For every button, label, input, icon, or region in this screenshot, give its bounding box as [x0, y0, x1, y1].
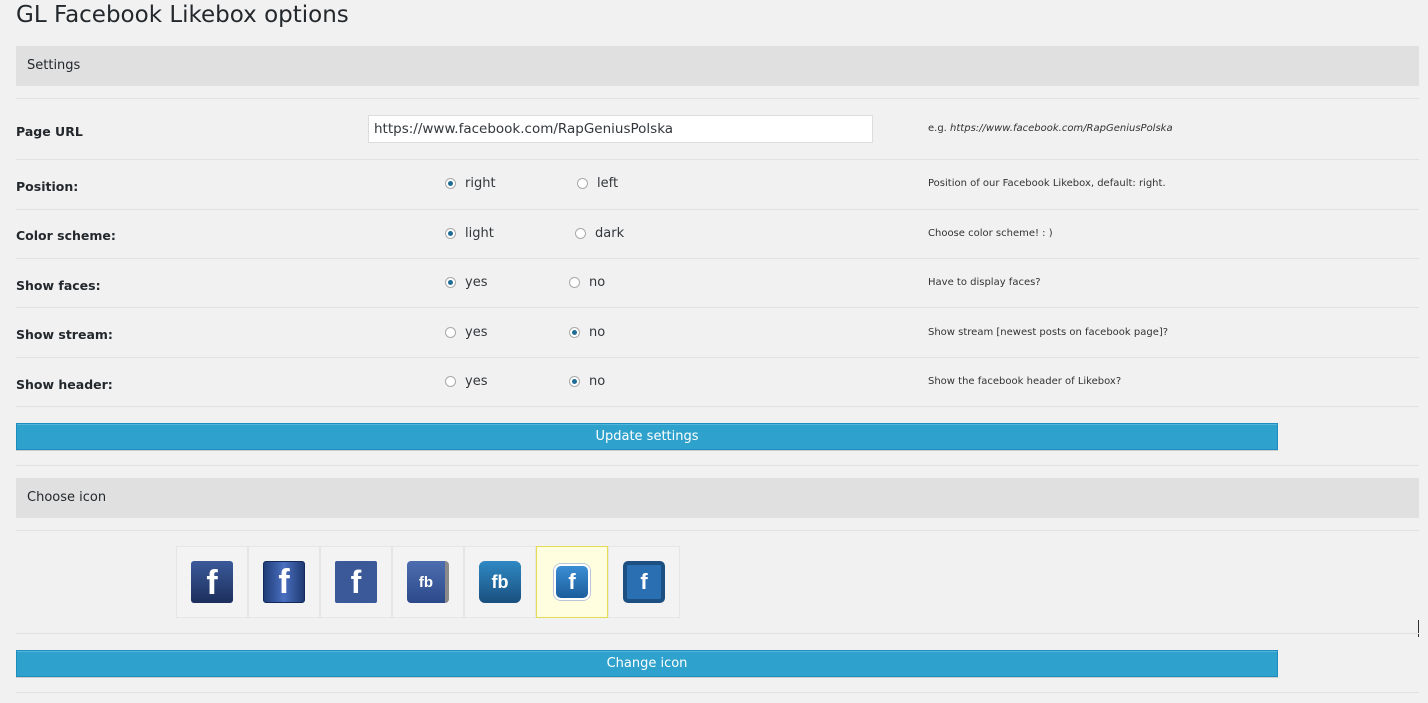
header-no-text: no — [589, 374, 606, 389]
stream-yes-option[interactable]: yes — [445, 325, 487, 340]
icon-option-1[interactable]: f — [176, 546, 248, 618]
divider — [16, 465, 1419, 466]
text-cursor — [1418, 620, 1419, 637]
icon-glyph: f — [568, 569, 576, 594]
divider — [16, 307, 1419, 308]
page-url-help-example: https://www.facebook.com/RapGeniusPolska — [950, 123, 1173, 134]
faces-no-option[interactable]: no — [569, 275, 605, 290]
page-url-help-prefix: e.g. — [928, 123, 951, 134]
page-url-input[interactable]: https://www.facebook.com/RapGeniusPolska — [368, 115, 873, 143]
position-right-option[interactable]: right — [445, 176, 496, 191]
color-scheme-help: Choose color scheme! : ) — [928, 228, 1053, 239]
faces-no-radio[interactable] — [569, 277, 580, 288]
divider — [16, 98, 1419, 99]
stream-yes-text: yes — [465, 325, 488, 340]
show-faces-help: Have to display faces? — [928, 277, 1041, 288]
show-header-label: Show header: — [16, 377, 113, 392]
icon-option-2[interactable]: f — [248, 546, 320, 618]
show-stream-label: Show stream: — [16, 327, 113, 342]
icon-option-6-selected[interactable]: f — [536, 546, 608, 618]
header-yes-radio[interactable] — [445, 376, 456, 387]
faces-yes-text: yes — [465, 275, 488, 290]
divider — [16, 209, 1419, 210]
stream-no-option[interactable]: no — [569, 325, 605, 340]
divider — [16, 530, 1419, 531]
settings-section-header: Settings — [16, 46, 1419, 86]
color-light-radio[interactable] — [445, 228, 456, 239]
show-header-help: Show the facebook header of Likebox? — [928, 376, 1122, 387]
header-yes-option[interactable]: yes — [445, 374, 487, 389]
faces-yes-option[interactable]: yes — [445, 275, 487, 290]
position-right-radio[interactable] — [445, 178, 456, 189]
position-left-option[interactable]: left — [577, 176, 618, 191]
update-settings-button[interactable]: Update settings — [16, 423, 1278, 450]
icon-option-4[interactable]: fb — [392, 546, 464, 618]
stream-no-text: no — [589, 325, 606, 340]
icon-option-3[interactable]: f — [320, 546, 392, 618]
facebook-square-dark-icon: f — [191, 561, 233, 603]
icon-glyph: fb — [418, 573, 434, 591]
facebook-flat-icon: f — [335, 561, 377, 603]
header-yes-text: yes — [465, 374, 488, 389]
color-scheme-label: Color scheme: — [16, 228, 116, 243]
divider — [16, 692, 1419, 693]
divider — [16, 159, 1419, 160]
divider — [16, 633, 1419, 634]
stream-no-radio[interactable] — [569, 327, 580, 338]
position-help: Position of our Facebook Likebox, defaul… — [928, 178, 1166, 189]
color-light-option[interactable]: light — [445, 226, 494, 241]
divider — [16, 357, 1419, 358]
icon-glyph: f — [206, 564, 218, 602]
color-light-text: light — [465, 226, 494, 241]
stream-yes-radio[interactable] — [445, 327, 456, 338]
show-stream-help: Show stream [newest posts on facebook pa… — [928, 327, 1169, 338]
icon-option-5[interactable]: fb — [464, 546, 536, 618]
header-no-radio[interactable] — [569, 376, 580, 387]
facebook-fb-badge-icon: fb — [479, 561, 521, 603]
position-label: Position: — [16, 179, 79, 194]
page-url-help: e.g. https://www.facebook.com/RapGeniusP… — [928, 123, 1173, 134]
divider — [16, 406, 1419, 407]
icon-glyph: fb — [491, 571, 509, 592]
color-dark-text: dark — [595, 226, 625, 241]
facebook-framed-icon: f — [623, 561, 665, 603]
facebook-glossy-icon: f — [263, 561, 305, 603]
faces-yes-radio[interactable] — [445, 277, 456, 288]
change-icon-button[interactable]: Change icon — [16, 650, 1278, 677]
header-no-option[interactable]: no — [569, 374, 605, 389]
icon-option-7[interactable]: f — [608, 546, 680, 618]
page-title: GL Facebook Likebox options — [16, 2, 349, 28]
color-dark-option[interactable]: dark — [575, 226, 624, 241]
color-dark-radio[interactable] — [575, 228, 586, 239]
icon-glyph: f — [278, 562, 290, 601]
icon-glyph: f — [640, 569, 648, 594]
position-left-text: left — [597, 176, 619, 191]
faces-no-text: no — [589, 275, 606, 290]
position-left-radio[interactable] — [577, 178, 588, 189]
choose-icon-section-header: Choose icon — [16, 478, 1419, 518]
facebook-notebook-icon: fb — [407, 561, 449, 603]
icon-glyph: f — [350, 563, 362, 600]
divider — [16, 258, 1419, 259]
show-faces-label: Show faces: — [16, 278, 101, 293]
facebook-rounded-blue-icon: f — [554, 564, 590, 600]
page-url-label: Page URL — [16, 124, 83, 139]
position-right-text: right — [465, 176, 496, 191]
